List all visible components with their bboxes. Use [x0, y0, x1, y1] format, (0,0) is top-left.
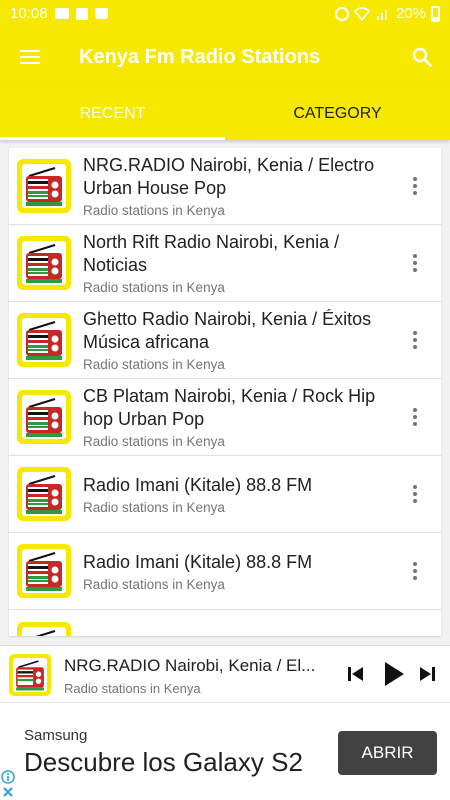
station-subtitle: Radio stations in Kenya: [83, 280, 225, 295]
tab-bar: RECENT CATEGORY: [0, 87, 450, 140]
station-title: NRG.RADIO Nairobi, Kenia / Electro Urban…: [83, 155, 375, 198]
status-time: 10:08: [10, 5, 48, 22]
more-options-icon[interactable]: [407, 482, 423, 506]
play-button[interactable]: [383, 661, 405, 687]
radio-icon: [17, 390, 71, 444]
station-text: Ghetto Radio Nairobi, Kenia / Éxitos Mús…: [83, 308, 401, 372]
previous-button[interactable]: [347, 665, 365, 683]
station-text: Radio Imani (Kitale) 88.8 FM Radio stati…: [83, 551, 401, 592]
more-options-icon[interactable]: [407, 328, 423, 352]
search-icon: [412, 47, 432, 67]
menu-button[interactable]: [0, 27, 60, 87]
ad-headline: Descubre los Galaxy S2: [24, 747, 303, 777]
alarm-icon: [334, 6, 349, 21]
station-text: CB Platam Nairobi, Kenia / Rock Hip hop …: [83, 385, 401, 449]
station-subtitle: Radio stations in Kenya: [83, 499, 225, 515]
next-button[interactable]: [418, 665, 436, 683]
station-subtitle: Radio stations in Kenya: [83, 434, 225, 449]
station-title: CB Platam Nairobi, Kenia / Rock Hip hop …: [83, 386, 376, 429]
station-text: NRG.RADIO Nairobi, Kenia / Electro Urban…: [83, 154, 401, 218]
battery-icon: [431, 5, 440, 22]
station-list-item[interactable]: Radio Imani (Kitale) 88.8 FM Radio stati…: [9, 533, 441, 610]
ad-open-button[interactable]: ABRIR: [338, 731, 437, 775]
gallery-notification-icon: [54, 8, 69, 19]
station-list: NRG.RADIO Nairobi, Kenia / Electro Urban…: [9, 148, 441, 636]
app-bar: Kenya Fm Radio Stations: [0, 27, 450, 87]
station-subtitle: Radio stations in Kenya: [83, 576, 225, 592]
radio-icon: [17, 467, 71, 521]
station-title: Ghetto Radio Nairobi, Kenia / Éxitos Mús…: [83, 309, 372, 352]
ad-close-icon[interactable]: [2, 786, 14, 798]
now-playing-subtitle: Radio stations in Kenya: [64, 681, 201, 696]
station-list-item[interactable]: NRG.RADIO Nairobi, Kenia / Electro Urban…: [9, 148, 441, 225]
station-text: North Rift Radio Nairobi, Kenia / Notici…: [83, 231, 401, 295]
radio-icon: [17, 236, 71, 290]
shopping-bag-notification-icon: [94, 8, 108, 19]
ad-brand: Samsung: [24, 727, 88, 744]
ad-info-icon[interactable]: [1, 770, 15, 784]
mini-player[interactable]: NRG.RADIO Nairobi, Kenia / El... Radio s…: [0, 645, 450, 702]
status-bar: 10:08 20%: [0, 0, 450, 27]
station-title: Radio Imani (Kitale) 88.8 FM: [83, 551, 313, 572]
hamburger-menu-icon: [20, 50, 40, 64]
more-options-icon[interactable]: [407, 174, 423, 198]
wifi-icon: [353, 6, 370, 21]
station-text: Radio Imani (Kitale) 88.8 FM Radio stati…: [83, 474, 401, 515]
station-list-item-partial[interactable]: [9, 610, 441, 636]
more-options-icon[interactable]: [407, 405, 423, 429]
app-title: Kenya Fm Radio Stations: [79, 45, 321, 68]
radio-icon: [17, 544, 71, 598]
station-title: North Rift Radio Nairobi, Kenia / Notici…: [83, 232, 340, 275]
signal-icon: [376, 9, 387, 20]
now-playing-radio-icon: [9, 654, 51, 696]
station-list-item[interactable]: CB Platam Nairobi, Kenia / Rock Hip hop …: [9, 379, 441, 456]
search-button[interactable]: [394, 27, 450, 87]
station-list-item[interactable]: Radio Imani (Kitale) 88.8 FM Radio stati…: [9, 456, 441, 533]
station-subtitle: Radio stations in Kenya: [83, 357, 225, 372]
battery-percentage: 20%: [395, 5, 426, 22]
now-playing-title: NRG.RADIO Nairobi, Kenia / El...: [64, 656, 316, 675]
tab-recent[interactable]: RECENT: [0, 87, 225, 140]
radio-icon: [17, 159, 71, 213]
station-list-item[interactable]: Ghetto Radio Nairobi, Kenia / Éxitos Mús…: [9, 302, 441, 379]
facebook-notification-icon: [75, 7, 88, 20]
radio-icon: [17, 622, 71, 636]
more-options-icon[interactable]: [407, 559, 423, 583]
radio-icon: [17, 313, 71, 367]
station-title: Radio Imani (Kitale) 88.8 FM: [83, 474, 313, 495]
ad-banner[interactable]: Samsung Descubre los Galaxy S2 ABRIR: [0, 702, 450, 800]
station-subtitle: Radio stations in Kenya: [83, 203, 225, 218]
station-list-item[interactable]: North Rift Radio Nairobi, Kenia / Notici…: [9, 225, 441, 302]
more-options-icon[interactable]: [407, 251, 423, 275]
tab-category[interactable]: CATEGORY: [225, 87, 450, 140]
